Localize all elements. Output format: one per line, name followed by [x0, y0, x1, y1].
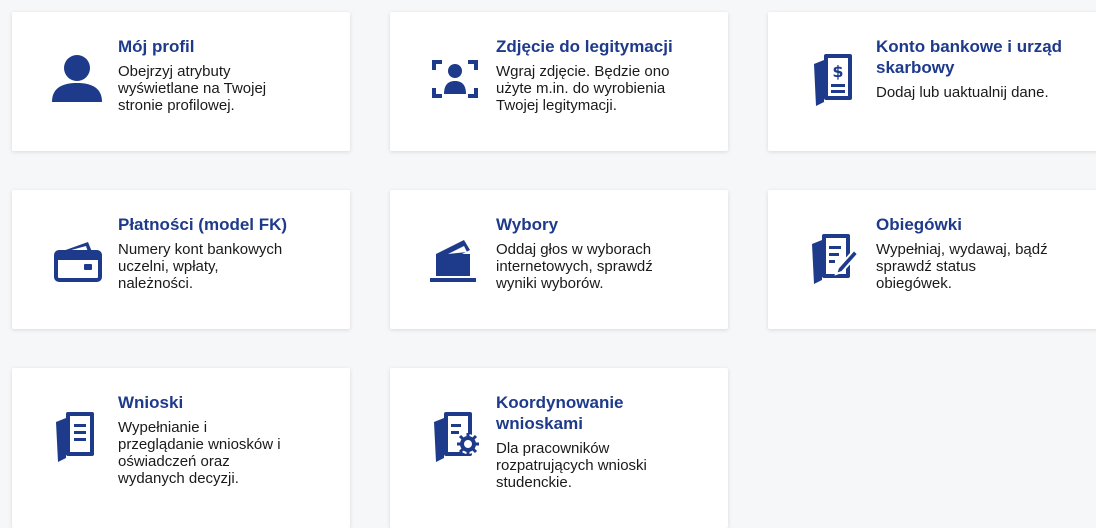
tile-title: Mój profil — [118, 37, 195, 56]
tile-id-photo[interactable]: Zdjęcie do legitymacji Wgraj zdjęcie. Bę… — [390, 12, 728, 151]
wallet-icon — [42, 222, 112, 292]
document-edit-icon — [798, 222, 868, 292]
tile-description: Dla pracowników rozpatrujących wnioski s… — [496, 440, 647, 491]
user-icon — [42, 44, 112, 114]
document-settings-icon — [420, 400, 490, 470]
tile-title: Płatności (model FK) — [118, 215, 288, 234]
tile-my-profile[interactable]: Mój profil Obejrzyj atrybuty wyświetlane… — [12, 12, 350, 151]
tile-applications[interactable]: Wnioski Wypełnianie i przeglądanie wnios… — [12, 368, 350, 528]
tile-text: Koordynowanie wnioskami Dla pracowników … — [496, 392, 722, 491]
tile-description: Oddaj głos w wyborach internetowych, spr… — [496, 241, 653, 292]
id-photo-icon — [420, 44, 490, 114]
tile-description: Wypełniaj, wydawaj, bądź sprawdź status … — [876, 241, 1048, 292]
tile-title: Obiegówki — [876, 215, 962, 234]
tile-description: Wypełnianie i przeglądanie wniosków i oś… — [118, 419, 281, 487]
tile-title: Wybory — [496, 215, 559, 234]
tile-elections[interactable]: Wybory Oddaj głos w wyborach internetowy… — [390, 190, 728, 329]
tile-text: Obiegówki Wypełniaj, wydawaj, bądź spraw… — [876, 214, 1096, 292]
tile-title: Wnioski — [118, 393, 184, 412]
tile-grid: Mój profil Obejrzyj atrybuty wyświetlane… — [0, 0, 1096, 528]
tile-text: Mój profil Obejrzyj atrybuty wyświetlane… — [118, 36, 344, 114]
tile-title: Konto bankowe i urząd skarbowy — [876, 37, 1063, 77]
tile-description: Wgraj zdjęcie. Będzie ono użyte m.in. do… — [496, 63, 670, 114]
tile-text: Zdjęcie do legitymacji Wgraj zdjęcie. Bę… — [496, 36, 722, 114]
tile-text: Płatności (model FK) Numery kont bankowy… — [118, 214, 344, 292]
bank-document-icon: $ — [798, 44, 868, 114]
tile-bank-account[interactable]: $ Konto bankowe i urząd skarbowy Dodaj l… — [768, 12, 1096, 151]
tile-text: Wnioski Wypełnianie i przeglądanie wnios… — [118, 392, 344, 487]
documents-icon — [42, 400, 112, 470]
tile-clearance[interactable]: Obiegówki Wypełniaj, wydawaj, bądź spraw… — [768, 190, 1096, 329]
tile-description: Obejrzyj atrybuty wyświetlane na Twojej … — [118, 63, 267, 114]
ballot-box-icon — [420, 222, 490, 292]
tile-description: Numery kont bankowych uczelni, wpłaty, n… — [118, 241, 283, 292]
svg-text:$: $ — [832, 62, 843, 81]
tile-text: Wybory Oddaj głos w wyborach internetowy… — [496, 214, 722, 292]
tile-title: Koordynowanie wnioskami — [496, 393, 624, 433]
tile-description: Dodaj lub uaktualnij dane. — [876, 84, 1049, 101]
tile-title: Zdjęcie do legitymacji — [496, 37, 673, 56]
tile-payments[interactable]: Płatności (model FK) Numery kont bankowy… — [12, 190, 350, 329]
tile-text: Konto bankowe i urząd skarbowy Dodaj lub… — [876, 36, 1096, 101]
tile-coordinating-applications[interactable]: Koordynowanie wnioskami Dla pracowników … — [390, 368, 728, 528]
